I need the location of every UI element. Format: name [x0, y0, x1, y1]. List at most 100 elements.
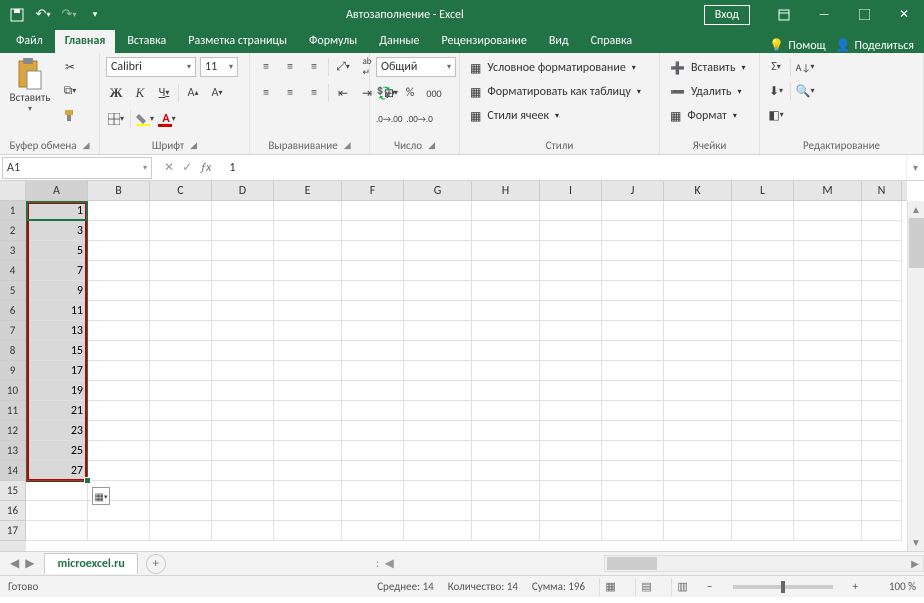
cell-C11[interactable] [150, 401, 212, 421]
zoom-in-icon[interactable]: + [853, 580, 858, 593]
cell-F1[interactable] [342, 201, 404, 221]
enter-formula-icon[interactable]: ✓ [182, 160, 192, 175]
cell-L1[interactable] [732, 201, 794, 221]
align-bottom-icon[interactable]: ≡ [304, 57, 324, 77]
cell-C16[interactable] [150, 501, 212, 521]
hscroll-right-icon[interactable]: ▶ [907, 557, 923, 570]
cell-N4[interactable] [862, 261, 902, 281]
save-icon[interactable] [6, 4, 28, 26]
cell-K14[interactable] [664, 461, 732, 481]
cell-G2[interactable] [404, 221, 472, 241]
cell-E3[interactable] [274, 241, 342, 261]
cell-F14[interactable] [342, 461, 404, 481]
share-button[interactable]: 👤Поделиться [836, 38, 914, 53]
cut-icon[interactable]: ✂ [58, 57, 82, 77]
cell-I7[interactable] [540, 321, 602, 341]
cell-N17[interactable] [862, 521, 902, 541]
cell-K1[interactable] [664, 201, 732, 221]
comma-format-icon[interactable]: 000 [424, 83, 444, 103]
col-header-F[interactable]: F [342, 181, 404, 200]
cell-K7[interactable] [664, 321, 732, 341]
cell-A9[interactable]: 17 [26, 361, 88, 381]
cell-G4[interactable] [404, 261, 472, 281]
row-header-12[interactable]: 12 [0, 421, 26, 441]
cell-N12[interactable] [862, 421, 902, 441]
cell-G6[interactable] [404, 301, 472, 321]
cell-E9[interactable] [274, 361, 342, 381]
cell-N10[interactable] [862, 381, 902, 401]
cell-H8[interactable] [472, 341, 540, 361]
cell-E15[interactable] [274, 481, 342, 501]
formula-input[interactable]: 1 [223, 161, 906, 175]
col-header-K[interactable]: K [664, 181, 732, 200]
cell-D8[interactable] [212, 341, 274, 361]
cell-K16[interactable] [664, 501, 732, 521]
cell-B9[interactable] [88, 361, 150, 381]
percent-format-icon[interactable]: % [400, 83, 420, 103]
cell-A12[interactable]: 23 [26, 421, 88, 441]
cell-H6[interactable] [472, 301, 540, 321]
increase-decimal-icon[interactable]: .0→.00 [376, 109, 402, 129]
cell-G9[interactable] [404, 361, 472, 381]
row-header-3[interactable]: 3 [0, 241, 26, 261]
align-middle-icon[interactable]: ≡ [280, 57, 300, 77]
cell-J8[interactable] [602, 341, 664, 361]
copy-icon[interactable]: ⧉▾ [58, 81, 82, 101]
autofill-options-icon[interactable]: ▦▾ [92, 487, 110, 505]
cell-D3[interactable] [212, 241, 274, 261]
cell-D13[interactable] [212, 441, 274, 461]
cell-G5[interactable] [404, 281, 472, 301]
cell-D6[interactable] [212, 301, 274, 321]
cell-F11[interactable] [342, 401, 404, 421]
cell-M3[interactable] [794, 241, 862, 261]
cell-F2[interactable] [342, 221, 404, 241]
page-break-view-icon[interactable]: ▥ [671, 578, 693, 596]
col-header-N[interactable]: N [862, 181, 902, 200]
cell-I10[interactable] [540, 381, 602, 401]
cell-E17[interactable] [274, 521, 342, 541]
cell-D2[interactable] [212, 221, 274, 241]
clipboard-dialog-icon[interactable]: ◢ [83, 140, 90, 151]
cell-L14[interactable] [732, 461, 794, 481]
paste-button[interactable]: Вставить ▾ [6, 57, 54, 114]
cell-H14[interactable] [472, 461, 540, 481]
cell-N13[interactable] [862, 441, 902, 461]
zoom-slider[interactable] [733, 585, 833, 589]
cell-J14[interactable] [602, 461, 664, 481]
cell-I3[interactable] [540, 241, 602, 261]
minimize-icon[interactable]: — [804, 0, 844, 29]
cell-I6[interactable] [540, 301, 602, 321]
cell-A16[interactable] [26, 501, 88, 521]
cell-F9[interactable] [342, 361, 404, 381]
cell-M7[interactable] [794, 321, 862, 341]
cell-G15[interactable] [404, 481, 472, 501]
cell-E1[interactable] [274, 201, 342, 221]
cell-H5[interactable] [472, 281, 540, 301]
cell-B1[interactable] [88, 201, 150, 221]
cell-I11[interactable] [540, 401, 602, 421]
cell-A7[interactable]: 13 [26, 321, 88, 341]
cell-A15[interactable] [26, 481, 88, 501]
formula-bar-expand-icon[interactable]: ▾ [906, 155, 924, 180]
sort-filter-icon[interactable]: A↓▾ [795, 57, 815, 77]
format-as-table-button[interactable]: ▦Форматировать как таблицу▾ [466, 81, 645, 103]
tab-home[interactable]: Главная [55, 30, 116, 53]
close-icon[interactable]: ✕ [884, 0, 924, 29]
fill-color-icon[interactable]: ▾ [135, 109, 155, 129]
tab-page-layout[interactable]: Разметка страницы [178, 30, 297, 53]
cell-I4[interactable] [540, 261, 602, 281]
row-header-2[interactable]: 2 [0, 221, 26, 241]
cell-G1[interactable] [404, 201, 472, 221]
cell-C10[interactable] [150, 381, 212, 401]
zoom-level[interactable]: 100 % [872, 580, 916, 593]
cell-N14[interactable] [862, 461, 902, 481]
cell-J3[interactable] [602, 241, 664, 261]
borders-icon[interactable]: ▾ [106, 109, 126, 129]
tab-data[interactable]: Данные [369, 30, 429, 53]
cell-J2[interactable] [602, 221, 664, 241]
row-header-13[interactable]: 13 [0, 441, 26, 461]
cell-G13[interactable] [404, 441, 472, 461]
cell-J16[interactable] [602, 501, 664, 521]
cell-I2[interactable] [540, 221, 602, 241]
row-header-17[interactable]: 17 [0, 521, 26, 541]
